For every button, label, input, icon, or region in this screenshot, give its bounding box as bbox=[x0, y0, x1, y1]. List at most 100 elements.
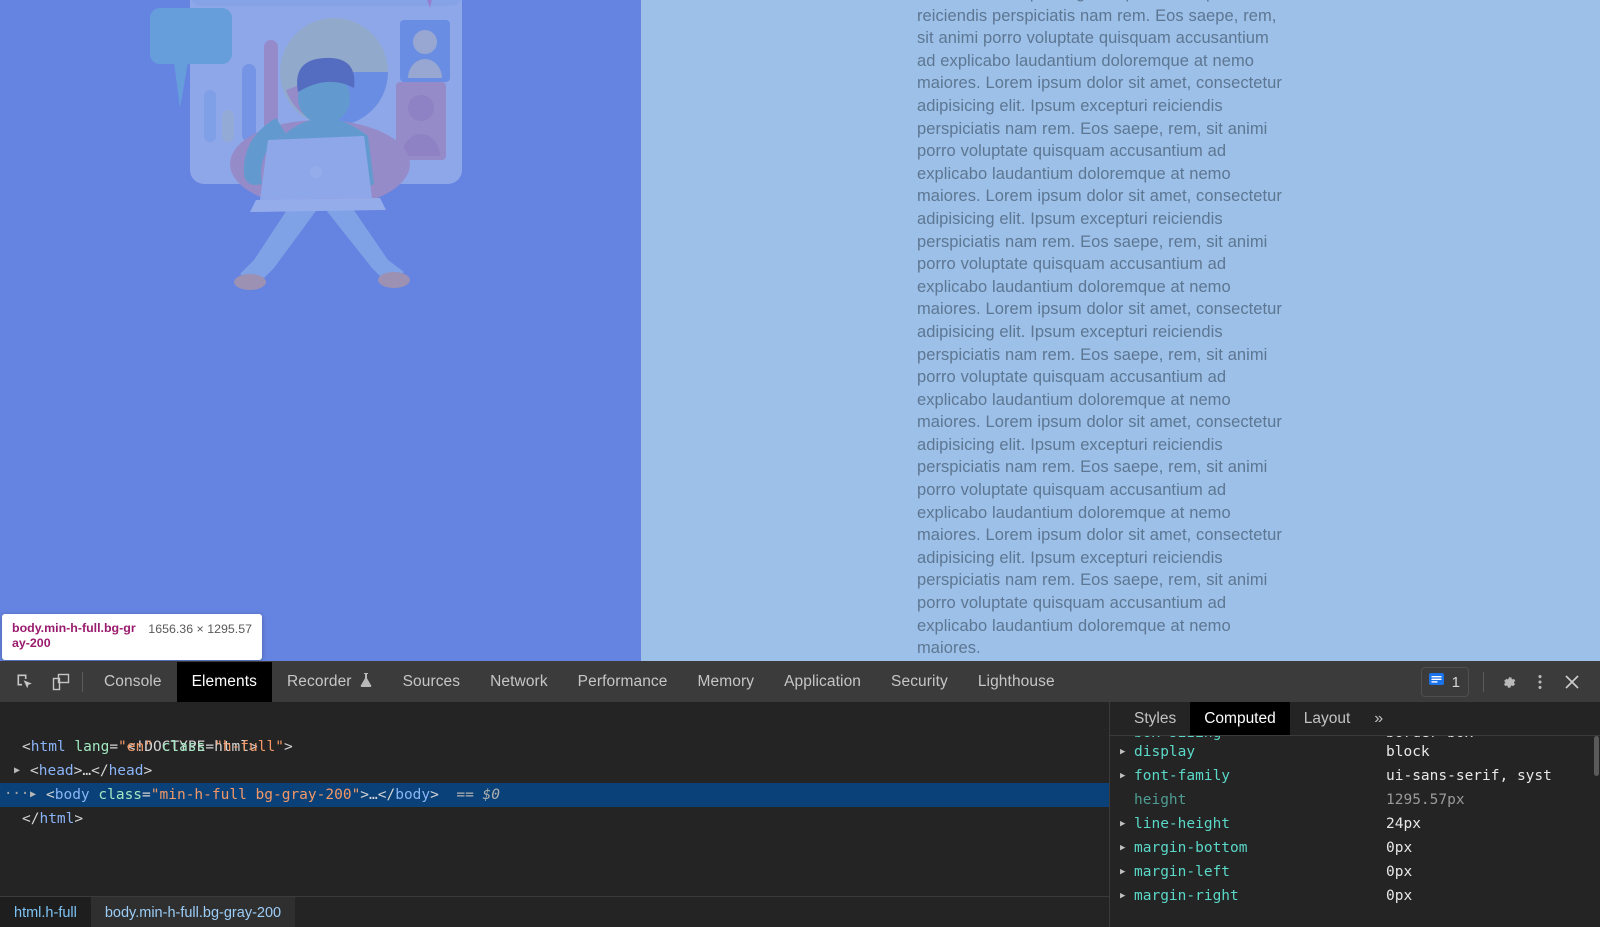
toolbar-divider bbox=[82, 672, 83, 692]
computed-property-value: block bbox=[1386, 744, 1430, 760]
dom-node-head[interactable]: ▶ <head>…</head> bbox=[0, 759, 1109, 783]
expand-arrow-icon[interactable]: ▶ bbox=[1120, 867, 1134, 877]
tab-recorder[interactable]: Recorder bbox=[272, 662, 388, 702]
inspect-tooltip: body.min-h-full.bg-gray-200 1656.36 × 12… bbox=[2, 614, 262, 660]
sidebar-tab-computed[interactable]: Computed bbox=[1190, 702, 1290, 735]
devtools-left-icons bbox=[0, 662, 80, 702]
tab-console[interactable]: Console bbox=[89, 662, 177, 702]
sidebar-more-tabs-icon[interactable]: » bbox=[1364, 702, 1393, 735]
dom-tree: <!DOCTYPE html> <html lang="en" class="h… bbox=[0, 702, 1109, 896]
dashboard-illustration bbox=[138, 0, 496, 302]
computed-property-value: 1295.57px bbox=[1386, 792, 1465, 808]
dom-node-html[interactable]: <html lang="en" class="h-full"> bbox=[0, 735, 1109, 759]
computed-property-name: font-family bbox=[1134, 768, 1231, 784]
computed-property-value: ui-sans-serif, syst bbox=[1386, 768, 1552, 784]
expand-arrow-icon[interactable]: ▶ bbox=[1120, 736, 1134, 738]
tab-memory-label: Memory bbox=[697, 673, 755, 690]
breadcrumb-item-html[interactable]: html.h-full bbox=[0, 897, 91, 927]
computed-row-margin-bottom[interactable]: ▶ margin-bottom 0px bbox=[1110, 836, 1600, 860]
tab-network[interactable]: Network bbox=[475, 662, 563, 702]
page-left-column bbox=[0, 0, 641, 661]
page-right-column: consectetur adipisicing elit. Ipsum exce… bbox=[641, 0, 1600, 661]
settings-gear-icon[interactable] bbox=[1494, 668, 1522, 696]
breadcrumb-item-body[interactable]: body.min-h-full.bg-gray-200 bbox=[90, 897, 296, 927]
computed-property-list[interactable]: ▶ box-sizing border-box ▶ display block … bbox=[1110, 736, 1600, 927]
devtools-tabbar: Console Elements Recorder Sources Networ… bbox=[0, 662, 1600, 702]
computed-property-value: 0px bbox=[1386, 864, 1413, 880]
tab-network-label: Network bbox=[490, 673, 548, 690]
tab-lighthouse[interactable]: Lighthouse bbox=[963, 662, 1070, 702]
breadcrumb-item-html-label: html.h-full bbox=[14, 904, 77, 921]
sidebar-tab-styles[interactable]: Styles bbox=[1120, 702, 1190, 735]
sidebar-tab-computed-label: Computed bbox=[1204, 709, 1276, 727]
sidebar-more-tabs-label: » bbox=[1374, 709, 1384, 727]
styles-sidebar: Styles Computed Layout » ▶ box-sizing bo… bbox=[1110, 702, 1600, 927]
computed-row-height[interactable]: height 1295.57px bbox=[1110, 788, 1600, 812]
computed-property-value: 0px bbox=[1386, 840, 1413, 856]
tab-recorder-label: Recorder bbox=[287, 673, 352, 690]
computed-property-name: box-sizing bbox=[1134, 736, 1386, 740]
close-icon[interactable] bbox=[1558, 668, 1586, 696]
devtools-panels: <!DOCTYPE html> <html lang="en" class="h… bbox=[0, 702, 1600, 927]
sidebar-tab-styles-label: Styles bbox=[1134, 709, 1177, 727]
computed-property-name: display bbox=[1134, 744, 1196, 760]
computed-property-name: height bbox=[1134, 792, 1187, 808]
tab-elements[interactable]: Elements bbox=[176, 662, 272, 702]
message-count: 1 bbox=[1451, 673, 1460, 691]
expand-arrow-icon[interactable]: ▶ bbox=[1120, 843, 1134, 853]
expand-arrow-icon[interactable]: ▶ bbox=[1120, 771, 1134, 781]
flask-icon bbox=[359, 672, 373, 693]
computed-property-name: margin-bottom bbox=[1134, 840, 1248, 856]
inspect-tooltip-selector: body.min-h-full.bg-gray-200 bbox=[12, 621, 136, 650]
computed-row-margin-right[interactable]: ▶ margin-right 0px bbox=[1110, 884, 1600, 908]
tab-performance[interactable]: Performance bbox=[563, 662, 683, 702]
tab-sources[interactable]: Sources bbox=[388, 662, 476, 702]
tab-performance-label: Performance bbox=[577, 673, 668, 690]
dom-node-doctype[interactable]: <!DOCTYPE html> bbox=[0, 711, 1109, 755]
more-options-icon[interactable] bbox=[1526, 668, 1554, 696]
breadcrumb-item-body-label: body.min-h-full.bg-gray-200 bbox=[104, 904, 282, 921]
expand-arrow-icon[interactable]: ▶ bbox=[14, 759, 20, 783]
node-menu-dots-icon[interactable]: ··· bbox=[4, 783, 29, 805]
device-toolbar-icon[interactable] bbox=[48, 669, 74, 695]
sidebar-scrollbar[interactable] bbox=[1594, 736, 1599, 776]
computed-row-line-height[interactable]: ▶ line-height 24px bbox=[1110, 812, 1600, 836]
computed-property-value: 24px bbox=[1386, 816, 1421, 832]
elements-dom-panel: <!DOCTYPE html> <html lang="en" class="h… bbox=[0, 702, 1110, 927]
breadcrumb: html.h-full body.min-h-full.bg-gray-200 bbox=[0, 896, 1109, 927]
tab-application[interactable]: Application bbox=[769, 662, 876, 702]
devtools-panel: Console Elements Recorder Sources Networ… bbox=[0, 661, 1600, 927]
message-count-badge[interactable]: 1 bbox=[1420, 667, 1469, 697]
computed-row-display[interactable]: ▶ display block bbox=[1110, 740, 1600, 764]
right-icons-divider bbox=[1483, 672, 1484, 692]
computed-property-name: margin-left bbox=[1134, 864, 1231, 880]
expand-arrow-icon[interactable]: ▶ bbox=[1120, 747, 1134, 757]
computed-row-margin-left[interactable]: ▶ margin-left 0px bbox=[1110, 860, 1600, 884]
tab-security[interactable]: Security bbox=[876, 662, 963, 702]
lorem-paragraph: consectetur adipisicing elit. Ipsum exce… bbox=[917, 0, 1282, 658]
dom-node-body[interactable]: ··· ▶ <body class="min-h-full bg-gray-200"… bbox=[0, 783, 1109, 807]
sidebar-tab-layout[interactable]: Layout bbox=[1290, 702, 1365, 735]
computed-property-name: line-height bbox=[1134, 816, 1231, 832]
inspect-element-icon[interactable] bbox=[12, 669, 38, 695]
expand-arrow-icon[interactable]: ▶ bbox=[30, 783, 36, 807]
tab-sources-label: Sources bbox=[402, 673, 461, 690]
sidebar-tab-layout-label: Layout bbox=[1303, 709, 1351, 727]
sidebar-tabs: Styles Computed Layout » bbox=[1110, 702, 1600, 736]
tab-memory[interactable]: Memory bbox=[683, 662, 770, 702]
expand-arrow-icon[interactable]: ▶ bbox=[1120, 891, 1134, 901]
computed-row-font-family[interactable]: ▶ font-family ui-sans-serif, syst bbox=[1110, 764, 1600, 788]
tab-application-label: Application bbox=[784, 673, 862, 690]
inspected-page: consectetur adipisicing elit. Ipsum exce… bbox=[0, 0, 1600, 661]
tab-security-label: Security bbox=[891, 673, 948, 690]
dom-node-html-close: </html> bbox=[22, 811, 84, 827]
tab-lighthouse-label: Lighthouse bbox=[977, 673, 1055, 690]
tab-console-label: Console bbox=[104, 673, 162, 690]
computed-property-value: 0px bbox=[1386, 888, 1413, 904]
expand-arrow-icon[interactable]: ▶ bbox=[1120, 819, 1134, 829]
screen: consectetur adipisicing elit. Ipsum exce… bbox=[0, 0, 1600, 927]
computed-property-value: border-box bbox=[1386, 736, 1473, 740]
devtools-tabs: Console Elements Recorder Sources Networ… bbox=[89, 662, 1070, 702]
devtools-right-icons: 1 bbox=[1420, 662, 1600, 702]
computed-property-name: margin-right bbox=[1134, 888, 1239, 904]
